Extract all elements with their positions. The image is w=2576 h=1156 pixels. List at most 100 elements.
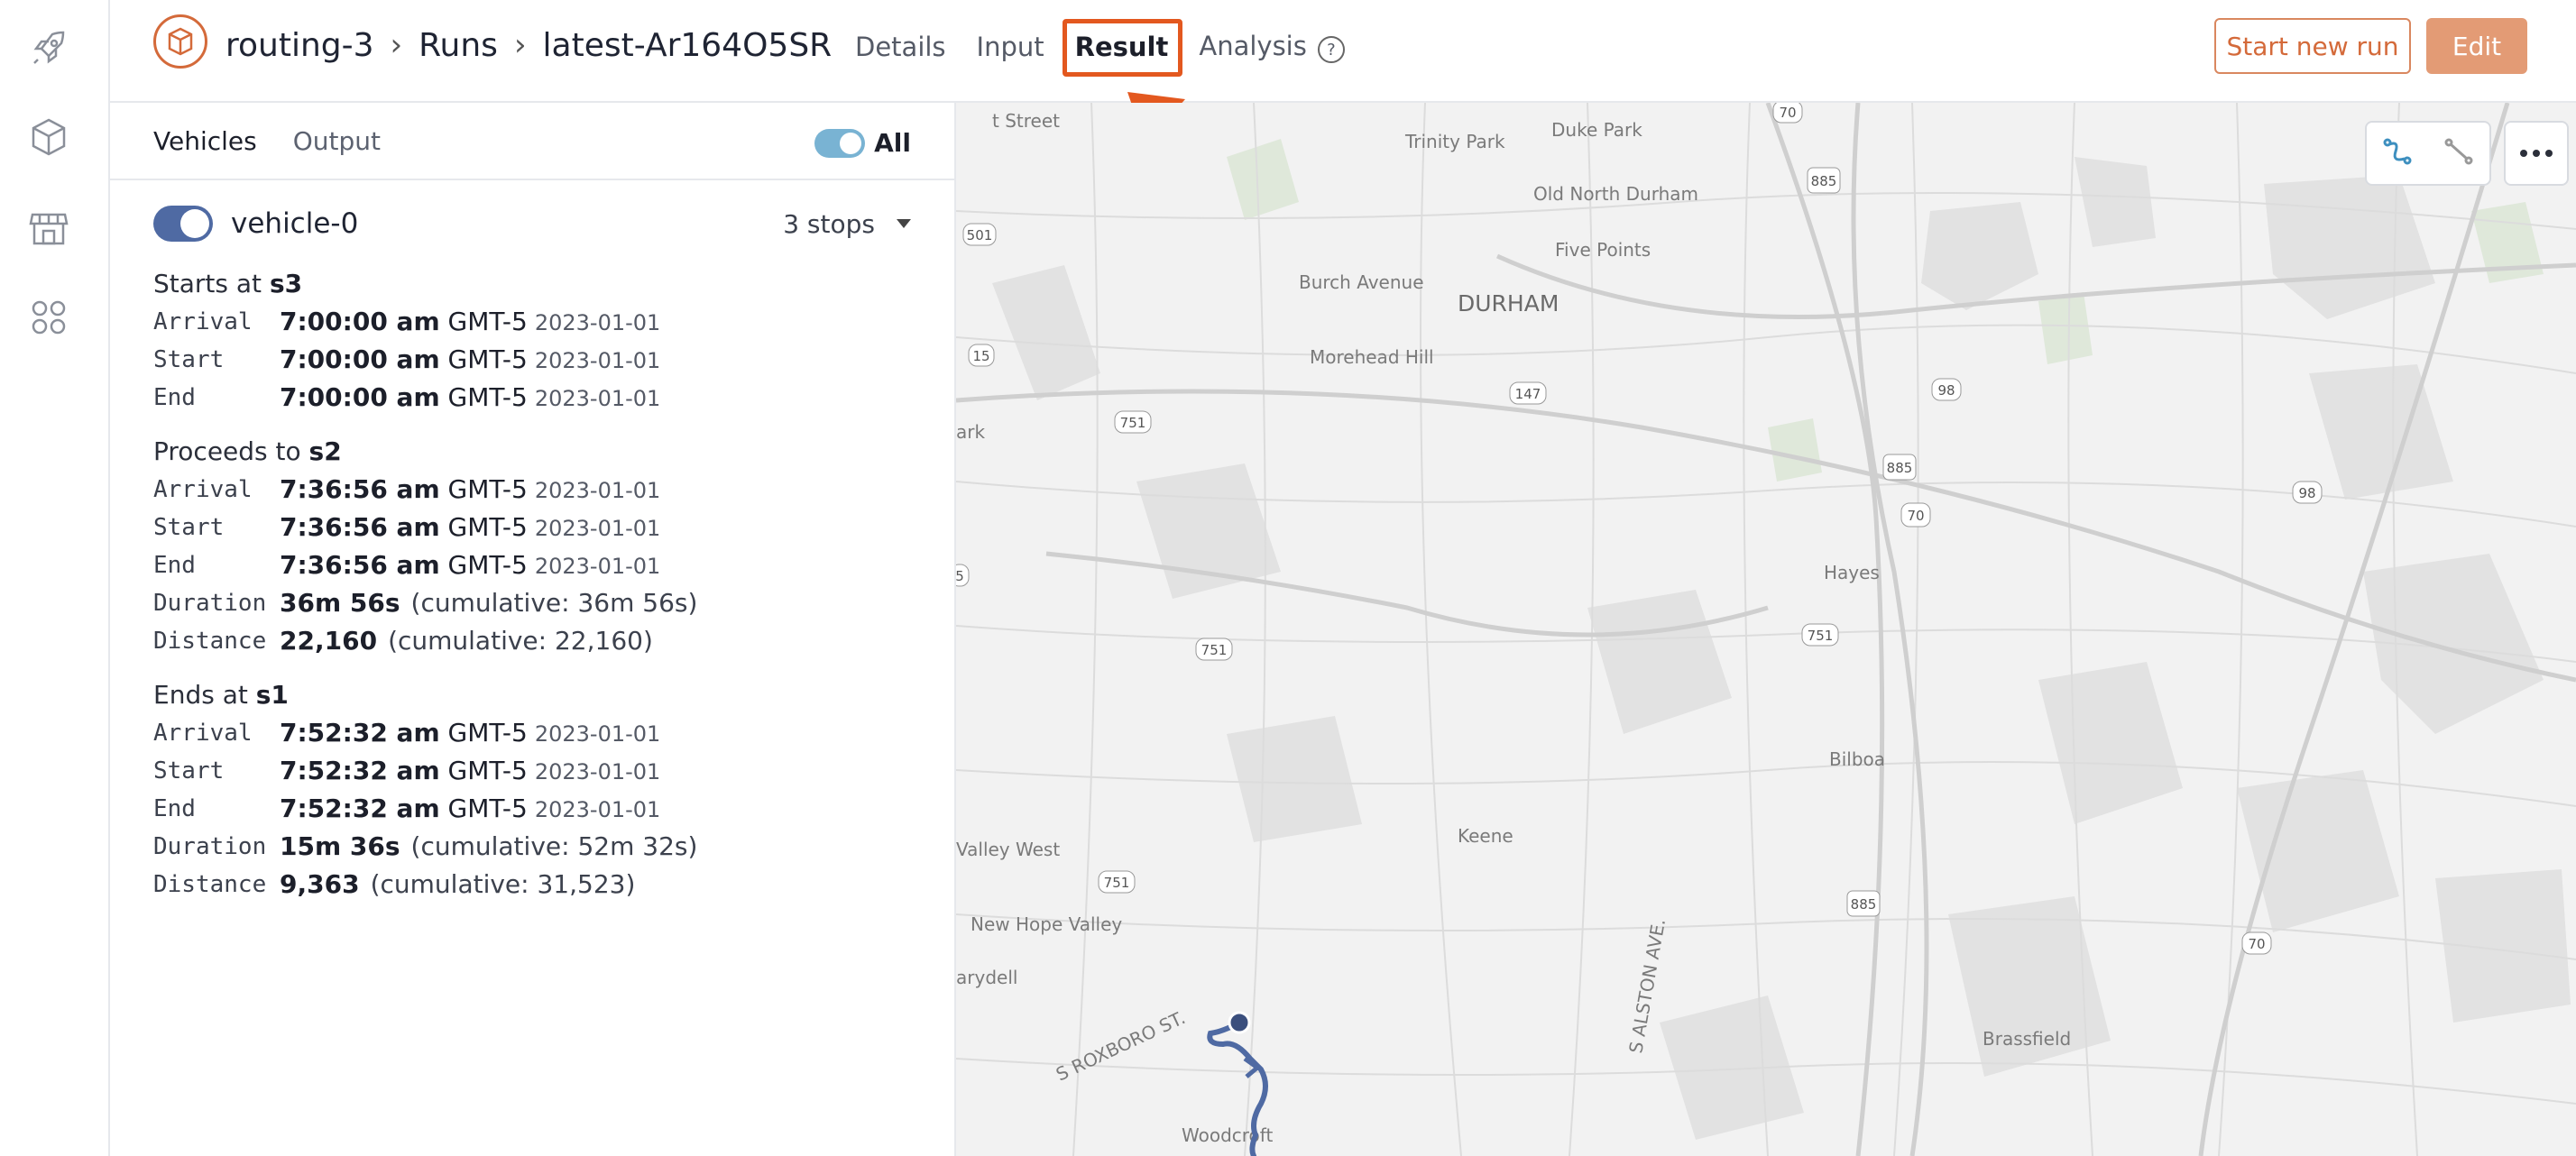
tab-analysis[interactable]: Analysis?: [1199, 30, 1345, 64]
route-curved-icon[interactable]: [2379, 133, 2415, 173]
all-toggle-switch[interactable]: [814, 128, 866, 158]
map-label: S ROXBORO ST.: [1053, 1006, 1189, 1085]
map-view[interactable]: t Street Duke Park Trinity Park Old Nort…: [956, 103, 2576, 1156]
tab-result[interactable]: Result: [1062, 19, 1183, 77]
route-shield: 70: [1772, 103, 1803, 124]
edit-button[interactable]: Edit: [2426, 18, 2527, 74]
svg-text:751: 751: [1201, 642, 1228, 658]
svg-text:751: 751: [1104, 875, 1130, 891]
svg-text:751: 751: [1120, 415, 1146, 431]
route-shield: 5: [956, 564, 970, 587]
cube-icon[interactable]: [22, 110, 76, 164]
route-straight-icon[interactable]: [2441, 133, 2477, 173]
route-shield: 147: [1509, 381, 1547, 405]
row-key: Duration: [153, 590, 267, 617]
row-key: End: [153, 795, 196, 822]
app-logo-icon[interactable]: [153, 14, 207, 69]
svg-text:885: 885: [1851, 896, 1877, 913]
row-tz: GMT-5: [447, 718, 528, 748]
svg-text:885: 885: [1887, 460, 1913, 476]
row-date: 2023-01-01: [534, 759, 661, 784]
breadcrumb-run-id: latest-Ar164O5SR: [542, 26, 833, 64]
stop-heading: Starts at s3: [153, 265, 660, 303]
route-shield: 98: [1931, 378, 1962, 401]
map-label: Duke Park: [1551, 119, 1642, 141]
map-label: ark: [956, 421, 985, 443]
duration-row: Duration 15m 36s (cumulative: 52m 32s): [153, 828, 697, 866]
distance-row: Distance 9,363 (cumulative: 31,523): [153, 866, 697, 904]
row-tz: GMT-5: [447, 512, 528, 542]
stops-dropdown[interactable]: 3 stops: [783, 209, 911, 239]
marketplace-icon[interactable]: [22, 200, 76, 254]
chevron-right-icon: ›: [513, 27, 527, 63]
svg-text:5: 5: [956, 568, 964, 584]
svg-text:15: 15: [972, 348, 989, 364]
help-icon[interactable]: ?: [1317, 36, 1345, 64]
row-date: 2023-01-01: [534, 554, 661, 579]
row-tz: GMT-5: [447, 794, 528, 823]
stop-row: End 7:00:00 am GMT-5 2023-01-01: [153, 379, 660, 417]
row-key: End: [153, 552, 196, 579]
route-shield: 15: [968, 344, 995, 367]
route-shield: 751: [1801, 623, 1839, 647]
map-label: Burch Avenue: [1299, 271, 1424, 293]
stop-heading: Proceeds to s2: [153, 433, 697, 471]
svg-text:751: 751: [1808, 628, 1834, 644]
start-new-run-button[interactable]: Start new run: [2214, 18, 2411, 74]
distance-cumulative: (cumulative: 31,523): [370, 869, 636, 899]
route-shield: 885: [1846, 890, 1881, 917]
vehicles-panel: Vehicles Output All vehicle-0 3 stops St…: [110, 103, 956, 1156]
map-label: S ALSTON AVE.: [1624, 917, 1670, 1055]
stop-heading-prefix: Starts at: [153, 269, 262, 298]
tab-input[interactable]: Input: [977, 32, 1044, 62]
apps-grid-icon[interactable]: [22, 290, 76, 344]
vehicle-toggle[interactable]: [153, 206, 213, 242]
vehicle-name: vehicle-0: [231, 207, 359, 240]
duration-row: Duration 36m 56s (cumulative: 36m 56s): [153, 584, 697, 622]
stop-row: Start 7:36:56 am GMT-5 2023-01-01: [153, 509, 697, 546]
map-label: Valley West: [956, 839, 1060, 860]
tab-vehicles[interactable]: Vehicles: [153, 126, 257, 156]
stop-row: End 7:36:56 am GMT-5 2023-01-01: [153, 546, 697, 584]
more-options-button[interactable]: [2504, 121, 2569, 186]
run-tabs: Details Input Result Analysis?: [855, 19, 1345, 77]
breadcrumb-runs[interactable]: Runs: [419, 27, 498, 64]
map-label: Hayes: [1824, 562, 1880, 583]
map-label: Old North Durham: [1533, 183, 1698, 205]
duration-value: 36m 56s: [280, 588, 400, 618]
svg-text:70: 70: [1907, 508, 1924, 524]
stop-section-middle: Proceeds to s2 Arrival 7:36:56 am GMT-5 20…: [153, 433, 697, 660]
svg-text:147: 147: [1515, 386, 1541, 402]
route-shield: 70: [2241, 931, 2272, 955]
row-date: 2023-01-01: [534, 721, 661, 747]
row-time: 7:52:32 am: [280, 718, 440, 748]
map-canvas[interactable]: t Street Duke Park Trinity Park Old Nort…: [956, 103, 2576, 1156]
all-toggle[interactable]: All: [814, 128, 911, 158]
map-label: New Hope Valley: [971, 913, 1122, 935]
tab-analysis-label: Analysis: [1199, 30, 1307, 61]
row-time: 7:00:00 am: [280, 344, 440, 374]
row-time: 7:36:56 am: [280, 512, 440, 542]
route-stop-marker[interactable]: [1228, 1011, 1251, 1034]
breadcrumb-app[interactable]: routing-3: [225, 27, 374, 64]
stop-id: s3: [269, 269, 303, 298]
row-date: 2023-01-01: [534, 348, 661, 373]
row-tz: GMT-5: [447, 474, 528, 504]
map-label: DURHAM: [1458, 290, 1559, 317]
route-shield: 885: [1807, 167, 1841, 194]
route-shield: 751: [1098, 870, 1136, 894]
stop-row: Arrival 7:52:32 am GMT-5 2023-01-01: [153, 714, 697, 752]
distance-row: Distance 22,160 (cumulative: 22,160): [153, 622, 697, 660]
stop-section-end: Ends at s1 Arrival 7:52:32 am GMT-5 2023-0…: [153, 676, 697, 904]
tab-details[interactable]: Details: [855, 32, 946, 62]
row-key: Arrival: [153, 308, 253, 335]
row-tz: GMT-5: [447, 382, 528, 412]
row-time: 7:36:56 am: [280, 550, 440, 580]
rocket-icon[interactable]: [22, 22, 76, 76]
svg-text:70: 70: [1779, 105, 1796, 121]
tab-output[interactable]: Output: [293, 126, 381, 156]
row-date: 2023-01-01: [534, 797, 661, 822]
duration-value: 15m 36s: [280, 831, 400, 861]
row-date: 2023-01-01: [534, 516, 661, 541]
row-tz: GMT-5: [447, 344, 528, 374]
